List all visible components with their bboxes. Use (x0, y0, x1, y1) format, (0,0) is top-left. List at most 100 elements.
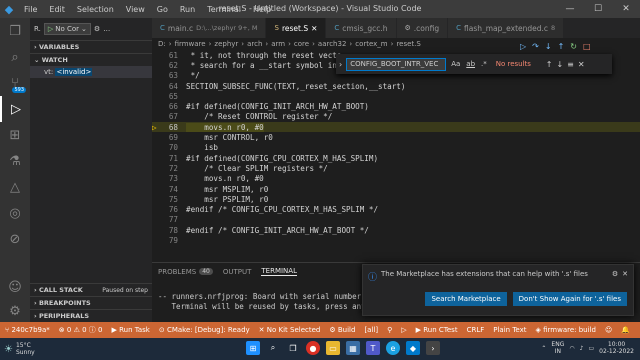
breadcrumb-item[interactable]: D: (158, 40, 166, 48)
ctest-status[interactable]: ▶ Run CTest (416, 326, 458, 334)
tab-problems[interactable]: PROBLEMS 40 (158, 268, 213, 276)
tab-cmsis-gcc-h[interactable]: Ccmsis_gcc.h (326, 18, 397, 38)
notification-settings-icon[interactable]: ⚙ (612, 270, 618, 283)
extensions-icon[interactable]: ⊞ (0, 122, 30, 148)
source-control-icon[interactable]: ⑂ 593 (0, 70, 30, 96)
minimize-icon[interactable]: — (556, 0, 584, 18)
code-line[interactable]: 69 msr CONTROL, r0 (152, 132, 640, 142)
menu-item-help[interactable]: Help (247, 5, 277, 14)
run-task-status[interactable]: ▶ Run Task (111, 326, 149, 334)
code-line[interactable]: 79 (152, 235, 640, 245)
code-line[interactable]: 66 #if defined(CONFIG_INIT_ARCH_HW_AT_BOO… (152, 101, 640, 111)
notifications-icon[interactable]: 🔔 (621, 326, 630, 334)
toggle-replace-icon[interactable]: › (339, 60, 342, 69)
language-status[interactable]: Plain Text (493, 326, 526, 334)
settings-gear-icon[interactable]: ⚙ (0, 298, 30, 324)
tab-terminal[interactable]: TERMINAL (261, 267, 297, 276)
breadcrumb-item[interactable]: arch (247, 40, 262, 48)
menu-item-file[interactable]: File (18, 5, 43, 14)
start-icon[interactable]: ⊞ (246, 341, 260, 355)
code-line[interactable]: 73 movs.n r0, #0 (152, 174, 640, 184)
account-icon[interactable]: ☺ (0, 274, 30, 300)
code-line[interactable]: ▷ 68 movs.n r0, #0 (152, 122, 640, 133)
code-line[interactable]: 70 isb (152, 143, 640, 153)
find-input[interactable]: CONFIG_BOOT_INTR_VEC (346, 57, 447, 71)
cmake-status[interactable]: ⊙ CMake: [Debug]: Ready (159, 326, 250, 334)
play-status-icon[interactable]: ▷ (401, 326, 406, 334)
whole-word-toggle[interactable]: ab (465, 60, 476, 68)
breadcrumb-item[interactable]: cortex_m (355, 40, 387, 48)
vscode-icon[interactable]: ◆ (406, 341, 420, 355)
find-in-selection-icon[interactable]: ≡ (567, 60, 574, 69)
code-line[interactable]: 65 (152, 91, 640, 101)
menu-item-run[interactable]: Run (174, 5, 201, 14)
breadcrumb-item[interactable]: firmware (175, 40, 206, 48)
code-line[interactable]: 67 /* Reset CONTROL register */ (152, 112, 640, 122)
code-editor[interactable]: 61 * it, not through the reset vecto 62 *… (152, 50, 640, 258)
code-line[interactable]: 75 msr PSPLIM, r0 (152, 194, 640, 204)
watch-section[interactable]: ⌄ WATCH (30, 53, 152, 66)
explorer-icon[interactable]: ❐ (0, 18, 30, 44)
menu-item-edit[interactable]: Edit (43, 5, 71, 14)
code-line[interactable]: 78 #endif /* CONFIG_INIT_ARCH_HW_AT_BOOT … (152, 225, 640, 235)
close-find-icon[interactable]: ✕ (578, 60, 585, 69)
code-line[interactable]: 64 SECTION_SUBSEC_FUNC(TEXT,_reset_sectio… (152, 81, 640, 91)
wifi-icon[interactable]: ◠ (569, 345, 574, 352)
kit-status[interactable]: ✕ No Kit Selected (259, 326, 321, 334)
terminal-icon[interactable]: › (426, 341, 440, 355)
match-case-toggle[interactable]: Aa (450, 60, 461, 68)
chrome-icon[interactable]: ● (306, 341, 320, 355)
next-match-icon[interactable]: ↓ (556, 60, 563, 69)
menu-item-view[interactable]: View (120, 5, 151, 14)
code-line[interactable]: 74 msr MSPLIM, r0 (152, 184, 640, 194)
code-line[interactable]: 76 #endif /* CONFIG_CPU_CORTEX_M_HAS_SPLI… (152, 204, 640, 214)
clock[interactable]: 10:00 02-12-2022 (599, 341, 634, 355)
watch-item[interactable]: vt: <invalid> (30, 66, 152, 78)
branch-status[interactable]: ⑂ 240c7b9a* (5, 326, 50, 334)
code-line[interactable]: 77 (152, 215, 640, 225)
breadcrumb-item[interactable]: zephyr (214, 40, 238, 48)
weather-widget[interactable]: ☀ 15°C Sunny (0, 342, 160, 356)
chevron-up-icon[interactable]: ⌃ (541, 345, 546, 352)
previous-match-icon[interactable]: ↑ (546, 60, 553, 69)
stop-icon[interactable]: □ (583, 42, 591, 51)
cmake-icon[interactable]: △ (0, 174, 30, 200)
dont-show-again-button[interactable]: Don't Show Again for '.s' files (512, 292, 627, 306)
launch-config-select[interactable]: ▷ No Cor ⌄ (43, 23, 91, 35)
breadcrumb-item[interactable]: aarch32 (318, 40, 347, 48)
problems-status[interactable]: ⊗ 0 ⚠ 0 ⓘ 0 (59, 325, 103, 335)
call-stack-section[interactable]: › CALL STACK Paused on step (30, 283, 152, 296)
search-icon[interactable]: ⌕ (0, 44, 30, 70)
menu-item-selection[interactable]: Selection (71, 5, 120, 14)
step-over-icon[interactable]: ↷ (532, 42, 539, 51)
step-into-icon[interactable]: ↓ (545, 42, 552, 51)
gear-icon[interactable]: ⚙ (94, 25, 100, 33)
target-status[interactable]: [all] (364, 326, 378, 334)
debug-status-icon[interactable]: ⚲ (387, 326, 392, 334)
menu-item-terminal[interactable]: Terminal (201, 5, 247, 14)
debug-continue-icon[interactable]: ▷ (520, 42, 526, 51)
breakpoints-section[interactable]: › BREAKPOINTS (30, 296, 152, 309)
teams-icon[interactable]: T (366, 341, 380, 355)
file-explorer-icon[interactable]: ▭ (326, 341, 340, 355)
tab-output[interactable]: OUTPUT (223, 268, 252, 276)
breadcrumb-item[interactable]: arm (271, 40, 285, 48)
eol-status[interactable]: CRLF (467, 326, 485, 334)
volume-icon[interactable]: ♪ (580, 345, 584, 352)
search-icon[interactable]: ⌕ (266, 341, 280, 355)
more-icon[interactable]: … (103, 25, 110, 33)
search-marketplace-button[interactable]: Search Marketplace (425, 292, 507, 306)
restart-icon[interactable]: ↻ (570, 42, 577, 51)
current-line-arrow-icon[interactable]: ▷ (152, 123, 162, 132)
tab-reset-s[interactable]: Sreset.S ✕ (266, 18, 327, 38)
task-view-icon[interactable]: ❐ (286, 341, 300, 355)
build-status[interactable]: ⚙ Build (329, 326, 355, 334)
menu-item-go[interactable]: Go (151, 5, 174, 14)
close-icon[interactable]: ✕ (612, 0, 640, 18)
step-out-icon[interactable]: ↑ (558, 42, 565, 51)
battery-icon[interactable]: ▭ (588, 345, 594, 352)
peripherals-section[interactable]: › PERIPHERALS (30, 309, 152, 322)
breadcrumb-item[interactable]: reset.S (396, 40, 420, 48)
variables-section[interactable]: › VARIABLES (30, 40, 152, 53)
remote-explorer-icon[interactable]: ⊘ (0, 226, 30, 252)
